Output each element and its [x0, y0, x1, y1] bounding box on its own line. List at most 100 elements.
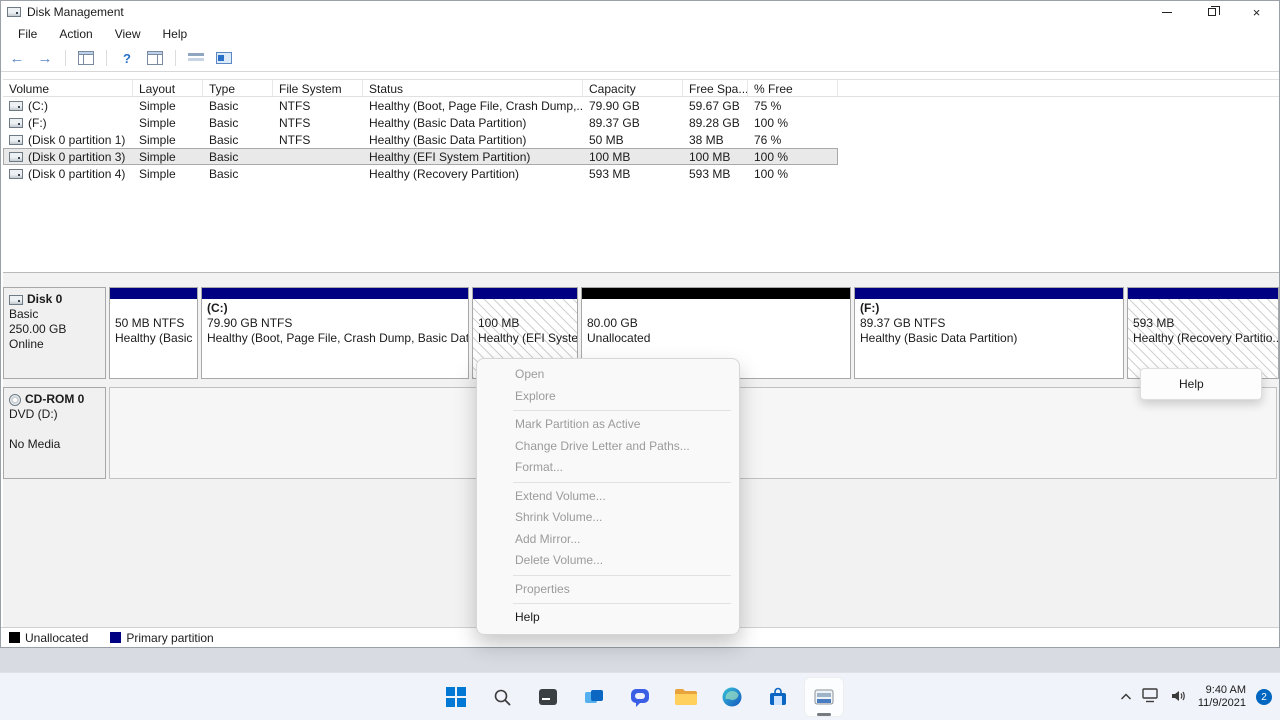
menu-item-explore[interactable]: Explore	[477, 386, 739, 408]
close-button[interactable]: ×	[1234, 1, 1279, 23]
cell-percent-free: 100 %	[748, 116, 838, 130]
menu-item-change-letter[interactable]: Change Drive Letter and Paths...	[477, 436, 739, 458]
cell-volume: (C:)	[28, 99, 48, 113]
console-tree-icon[interactable]	[76, 49, 96, 67]
column-type[interactable]: Type	[203, 80, 273, 96]
table-row[interactable]: (Disk 0 partition 4) Simple Basic Health…	[3, 165, 838, 182]
menu-item-mark-active[interactable]: Mark Partition as Active	[477, 414, 739, 436]
properties-panel-icon[interactable]	[145, 49, 165, 67]
partition-f[interactable]: (F:) 89.37 GB NTFS Healthy (Basic Data P…	[854, 287, 1124, 379]
help-tooltip: Help	[1140, 368, 1262, 400]
partition-header	[473, 288, 577, 299]
column-status[interactable]: Status	[363, 80, 583, 96]
start-button[interactable]	[436, 677, 476, 717]
column-free-space[interactable]: Free Spa...	[683, 80, 748, 96]
column-capacity[interactable]: Capacity	[583, 80, 683, 96]
help-icon[interactable]: ?	[117, 49, 137, 67]
partition-size: 593 MB	[1133, 316, 1273, 331]
network-button[interactable]	[1142, 688, 1160, 706]
column-percent-free[interactable]: % Free	[748, 80, 838, 96]
chat-icon	[629, 686, 651, 708]
partition-size: 89.37 GB NTFS	[860, 316, 1118, 331]
menu-action[interactable]: Action	[50, 25, 101, 43]
network-icon	[1142, 688, 1160, 703]
store-icon	[767, 686, 789, 708]
disk-management-taskbar-button[interactable]	[804, 677, 844, 717]
column-layout[interactable]: Layout	[133, 80, 203, 96]
partition-recovery[interactable]: 593 MB Healthy (Recovery Partitio...	[1127, 287, 1279, 379]
volume-icon	[9, 135, 23, 145]
partition-title	[1133, 301, 1273, 316]
table-row[interactable]: (C:) Simple Basic NTFS Healthy (Boot, Pa…	[3, 97, 838, 114]
column-volume[interactable]: Volume	[3, 80, 133, 96]
cell-layout: Simple	[133, 167, 203, 181]
search-button[interactable]	[482, 677, 522, 717]
cell-layout: Simple	[133, 116, 203, 130]
volume-button[interactable]	[1170, 689, 1188, 706]
dark-app-button[interactable]	[528, 677, 568, 717]
menu-item-format[interactable]: Format...	[477, 457, 739, 479]
unallocated-swatch	[9, 632, 20, 643]
partition-header	[855, 288, 1123, 299]
cdrom-label[interactable]: CD-ROM 0 DVD (D:) No Media	[3, 387, 106, 479]
disk0-size: 250.00 GB	[9, 322, 100, 337]
menu-file[interactable]: File	[9, 25, 46, 43]
tray-chevron-button[interactable]	[1120, 690, 1132, 704]
cell-free-space: 38 MB	[683, 133, 748, 147]
edge-button[interactable]	[712, 677, 752, 717]
desktop[interactable]	[0, 648, 1280, 672]
menu-item-help[interactable]: Help	[477, 607, 739, 629]
menu-item-add-mirror[interactable]: Add Mirror...	[477, 529, 739, 551]
volume-list-view-icon[interactable]	[186, 49, 206, 67]
menu-item-open[interactable]: Open	[477, 364, 739, 386]
cell-volume: (Disk 0 partition 1)	[28, 133, 125, 147]
volume-icon	[9, 152, 23, 162]
partition-c[interactable]: (C:) 79.90 GB NTFS Healthy (Boot, Page F…	[201, 287, 469, 379]
cell-type: Basic	[203, 167, 273, 181]
menubar: File Action View Help	[1, 23, 1279, 45]
cell-type: Basic	[203, 150, 273, 164]
partition-status: Healthy (Recovery Partitio...	[1133, 331, 1273, 346]
table-row[interactable]: (Disk 0 partition 1) Simple Basic NTFS H…	[3, 131, 838, 148]
cdrom-name: CD-ROM 0	[25, 392, 84, 407]
menu-help[interactable]: Help	[154, 25, 197, 43]
partition-status: Healthy (Basic	[115, 331, 192, 346]
cell-free-space: 593 MB	[683, 167, 748, 181]
menu-item-shrink-volume[interactable]: Shrink Volume...	[477, 507, 739, 529]
task-view-button[interactable]	[574, 677, 614, 717]
menu-item-extend-volume[interactable]: Extend Volume...	[477, 486, 739, 508]
disk0-label[interactable]: Disk 0 Basic 250.00 GB Online	[3, 287, 106, 379]
partition-status: Unallocated	[587, 331, 845, 346]
dark-app-icon	[537, 686, 559, 708]
back-icon[interactable]: ←	[7, 49, 27, 67]
cell-type: Basic	[203, 133, 273, 147]
app-icon	[7, 7, 21, 17]
notification-badge[interactable]: 2	[1256, 689, 1272, 705]
taskbar: 9:40 AM 11/9/2021 2	[0, 672, 1280, 720]
minimize-button[interactable]	[1144, 1, 1189, 23]
partition-50mb[interactable]: 50 MB NTFS Healthy (Basic	[109, 287, 198, 379]
volume-list-header: Volume Layout Type File System Status Ca…	[3, 79, 1279, 97]
toolbar-separator	[65, 50, 66, 66]
graphical-view-icon[interactable]	[214, 49, 234, 67]
menu-item-properties[interactable]: Properties	[477, 579, 739, 601]
menu-view[interactable]: View	[106, 25, 150, 43]
file-explorer-button[interactable]	[666, 677, 706, 717]
cell-percent-free: 75 %	[748, 99, 838, 113]
column-file-system[interactable]: File System	[273, 80, 363, 96]
cdrom-kind: DVD (D:)	[9, 407, 100, 422]
context-menu: Open Explore Mark Partition as Active Ch…	[476, 358, 740, 635]
partition-header	[110, 288, 197, 299]
cell-file-system: NTFS	[273, 116, 363, 130]
clock[interactable]: 9:40 AM 11/9/2021	[1198, 684, 1246, 710]
restore-button[interactable]	[1189, 1, 1234, 23]
cell-type: Basic	[203, 116, 273, 130]
table-row[interactable]: (F:) Simple Basic NTFS Healthy (Basic Da…	[3, 114, 838, 131]
table-row-selected[interactable]: (Disk 0 partition 3) Simple Basic Health…	[3, 148, 838, 165]
chat-button[interactable]	[620, 677, 660, 717]
partition-size: 100 MB	[478, 316, 572, 331]
disk-management-icon	[813, 686, 835, 708]
store-button[interactable]	[758, 677, 798, 717]
forward-icon[interactable]: →	[35, 49, 55, 67]
menu-item-delete-volume[interactable]: Delete Volume...	[477, 550, 739, 572]
